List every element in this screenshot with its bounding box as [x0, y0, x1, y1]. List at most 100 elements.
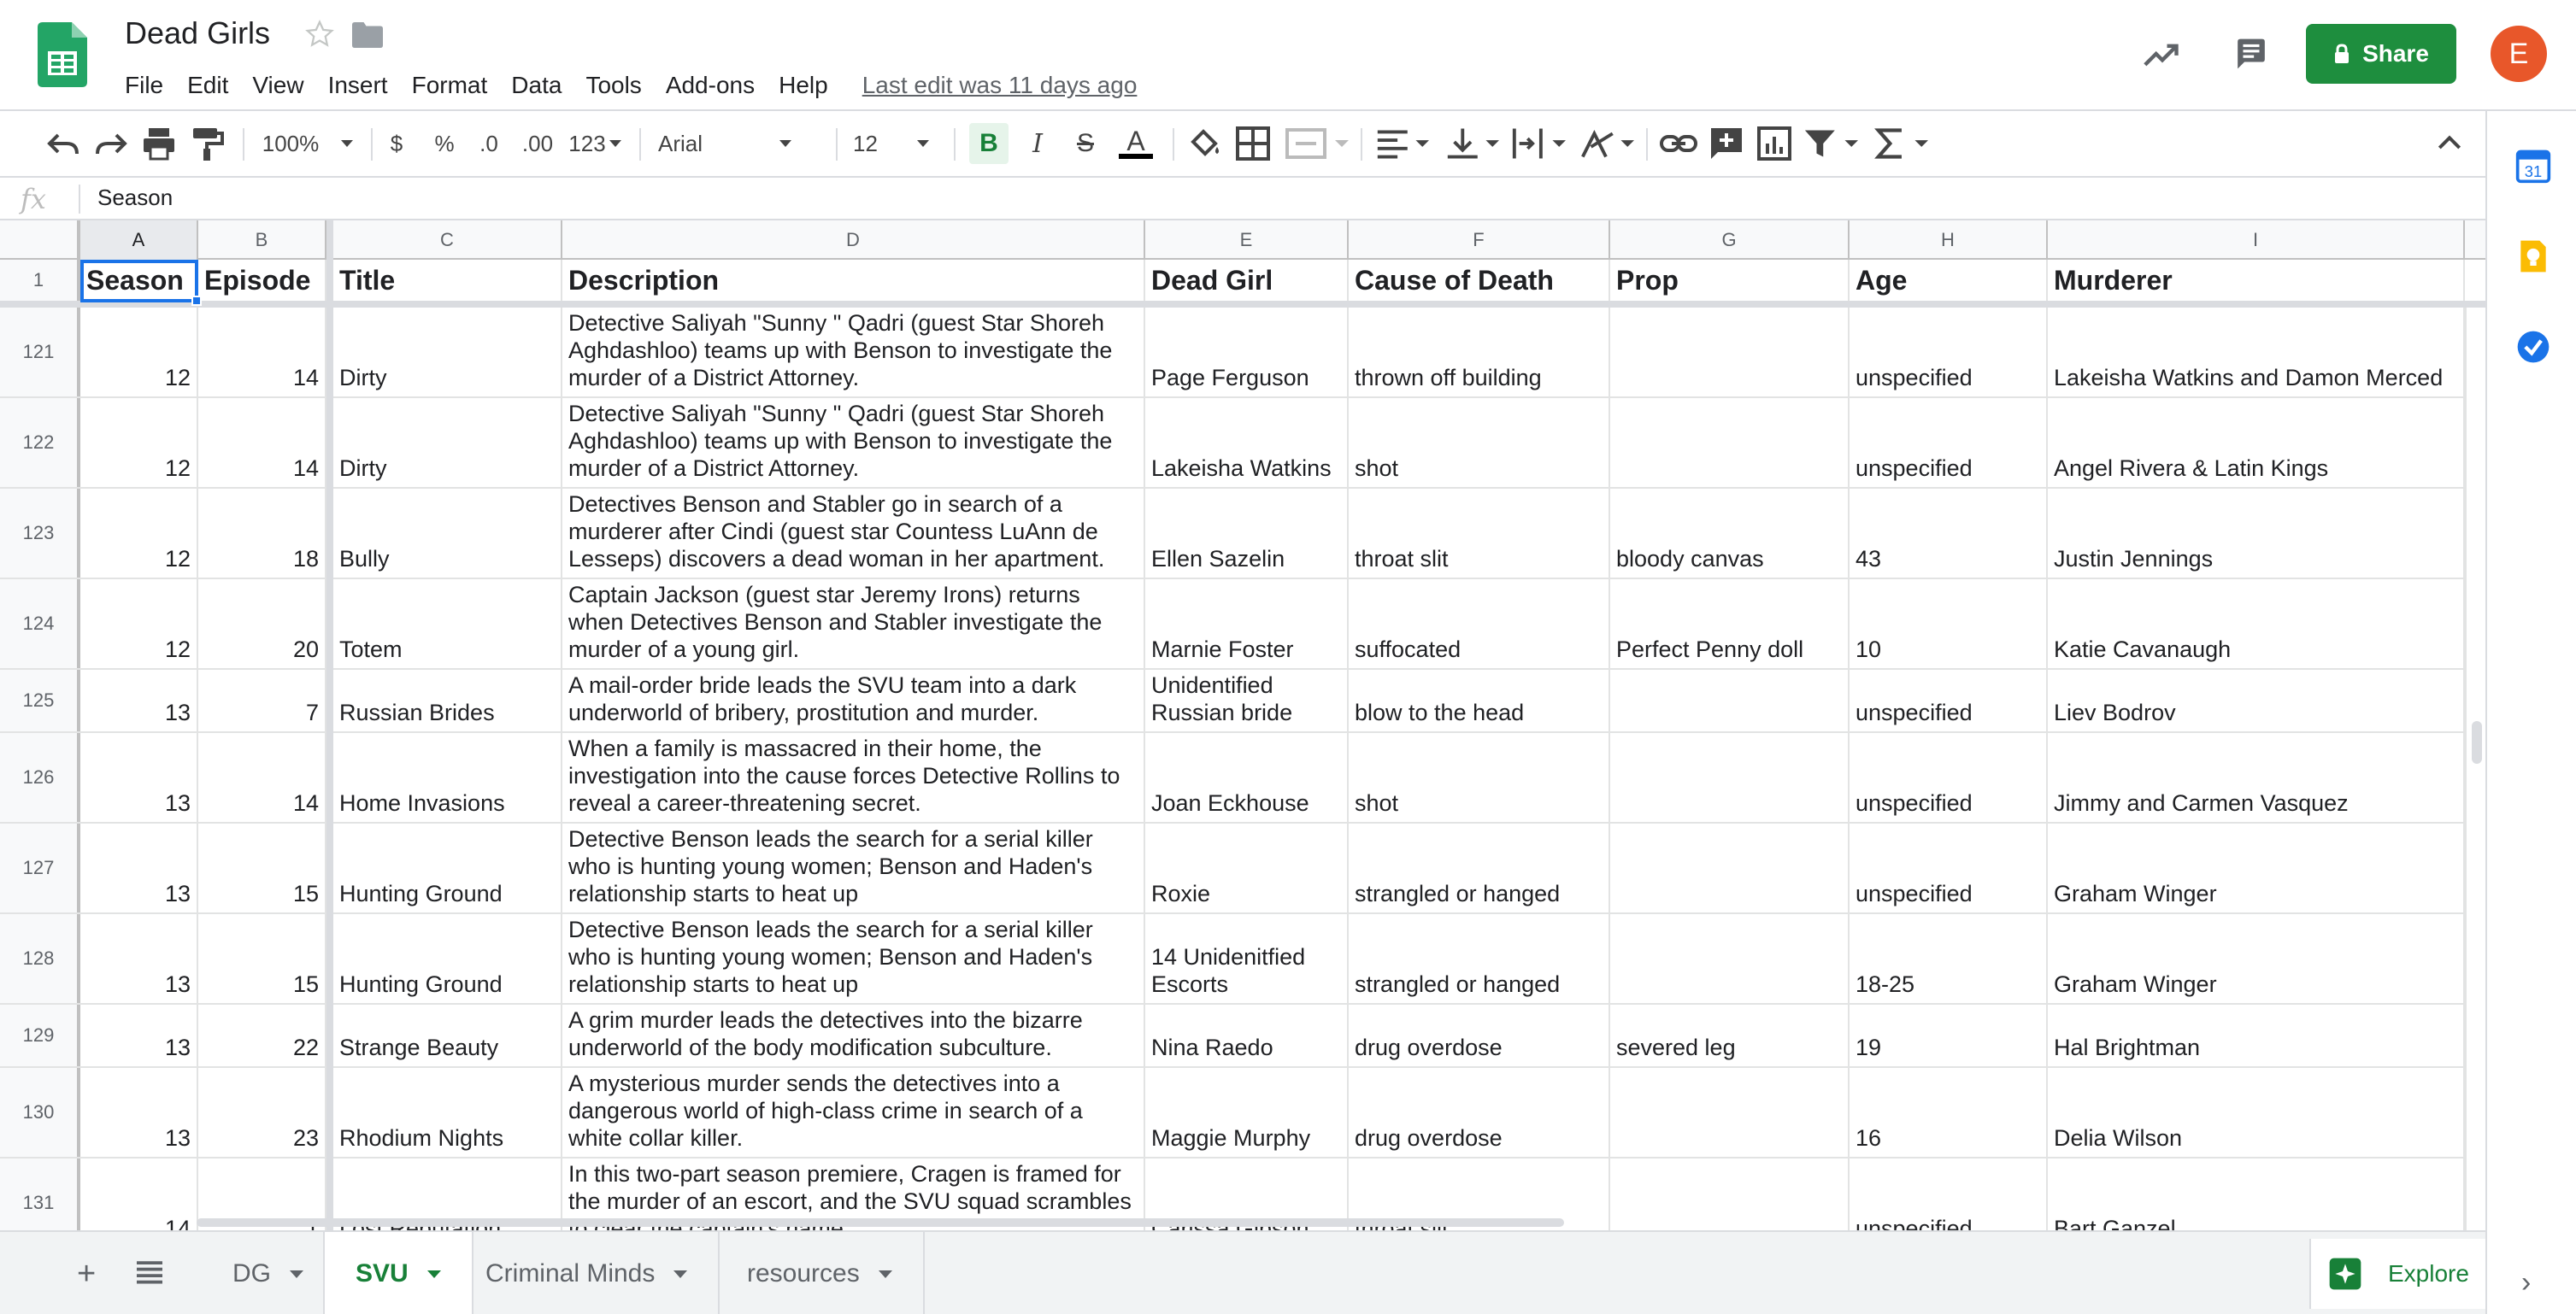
cell-murderer[interactable]: Graham Winger	[2048, 824, 2465, 912]
column-header-c[interactable]: C	[333, 220, 562, 260]
cell-description[interactable]: When a family is massacred in their home…	[562, 733, 1145, 822]
horizontal-scroll-thumb[interactable]	[197, 1218, 1564, 1227]
vertical-align-icon[interactable]	[1443, 123, 1499, 164]
cell-season[interactable]: 12	[80, 398, 198, 487]
cell-season[interactable]: 12	[80, 489, 198, 578]
sheets-logo-icon[interactable]	[38, 22, 87, 87]
cell-prop[interactable]	[1610, 398, 1850, 487]
cell-prop[interactable]	[1610, 1068, 1850, 1157]
cell-episode[interactable]: 15	[198, 824, 326, 912]
cell-age[interactable]: unspecified	[1850, 1159, 2048, 1230]
cell-dead-girl[interactable]: Maggie Murphy	[1145, 1068, 1349, 1157]
cell-description[interactable]: A mysterious murder sends the detectives…	[562, 1068, 1145, 1157]
cell-murderer[interactable]: Graham Winger	[2048, 914, 2465, 1003]
more-formats-select[interactable]: 123	[566, 123, 624, 164]
header-cell-episode[interactable]: Episode	[198, 260, 326, 301]
row-number[interactable]: 127	[0, 824, 80, 912]
cell-dead-girl[interactable]: Unidentified Russian bride	[1145, 670, 1349, 731]
cell-episode[interactable]: 23	[198, 1068, 326, 1157]
header-cell-season[interactable]: Season	[80, 260, 198, 301]
print-icon[interactable]	[138, 123, 179, 164]
column-header-g[interactable]: G	[1610, 220, 1850, 260]
header-cell-prop[interactable]: Prop	[1610, 260, 1850, 301]
italic-button[interactable]: I	[1019, 123, 1056, 164]
keep-icon[interactable]	[2514, 238, 2552, 275]
tasks-icon[interactable]	[2514, 328, 2552, 366]
cell-cause-of-death[interactable]: strangled or hanged	[1349, 914, 1610, 1003]
header-cell-title[interactable]: Title	[333, 260, 562, 301]
row-number[interactable]: 130	[0, 1068, 80, 1157]
cell-cause-of-death[interactable]: thrown off building	[1349, 308, 1610, 396]
merge-cells-icon[interactable]	[1282, 123, 1350, 164]
cell-season[interactable]: 13	[80, 733, 198, 822]
document-title[interactable]: Dead Girls	[125, 15, 270, 51]
insert-chart-icon[interactable]	[1754, 123, 1795, 164]
row-number[interactable]: 126	[0, 733, 80, 822]
menu-addons[interactable]: Add-ons	[654, 70, 767, 101]
account-avatar[interactable]: E	[2491, 26, 2547, 82]
cell-dead-girl[interactable]: 14 Unidenitfied Escorts	[1145, 914, 1349, 1003]
cell-description[interactable]: Detective Benson leads the search for a …	[562, 824, 1145, 912]
cell-cause-of-death[interactable]: shot	[1349, 733, 1610, 822]
cell-murderer[interactable]: Angel Rivera & Latin Kings	[2048, 398, 2465, 487]
menu-tools[interactable]: Tools	[573, 70, 653, 101]
cell-age[interactable]: unspecified	[1850, 733, 2048, 822]
cell-title[interactable]: Strange Beauty	[333, 1005, 562, 1066]
cell-cause-of-death[interactable]: drug overdose	[1349, 1068, 1610, 1157]
cell-age[interactable]: unspecified	[1850, 824, 2048, 912]
row-number[interactable]: 1	[0, 260, 80, 301]
row-number[interactable]: 125	[0, 670, 80, 731]
sheet-tab-svu[interactable]: SVU	[323, 1232, 473, 1314]
cell-prop[interactable]: Perfect Penny doll	[1610, 579, 1850, 668]
percent-format-button[interactable]: %	[427, 123, 462, 164]
cell-age[interactable]: 43	[1850, 489, 2048, 578]
share-button[interactable]: Share	[2306, 24, 2456, 84]
cell-dead-girl[interactable]: Ellen Sazelin	[1145, 489, 1349, 578]
cell-prop[interactable]: severed leg	[1610, 1005, 1850, 1066]
sheet-tab-resources[interactable]: resources	[716, 1232, 925, 1314]
row-number[interactable]: 129	[0, 1005, 80, 1066]
add-sheet-button[interactable]: +	[77, 1258, 96, 1290]
frozen-column-divider[interactable]	[326, 220, 333, 1230]
cell-murderer[interactable]: Justin Jennings	[2048, 489, 2465, 578]
cell-age[interactable]: 10	[1850, 579, 2048, 668]
frozen-row-divider[interactable]	[0, 301, 2485, 308]
menu-data[interactable]: Data	[499, 70, 573, 101]
cell-description[interactable]: A grim murder leads the detectives into …	[562, 1005, 1145, 1066]
vertical-scrollbar[interactable]	[2465, 308, 2485, 1230]
row-number[interactable]: 131	[0, 1159, 80, 1230]
column-header-h[interactable]: H	[1850, 220, 2048, 260]
row-number[interactable]: 122	[0, 398, 80, 487]
cell-murderer[interactable]: Liev Bodrov	[2048, 670, 2465, 731]
menu-insert[interactable]: Insert	[316, 70, 400, 101]
calendar-icon[interactable]: 31	[2514, 147, 2552, 185]
vertical-scroll-thumb[interactable]	[2472, 721, 2482, 764]
cell-episode[interactable]: 14	[198, 733, 326, 822]
text-rotation-icon[interactable]	[1578, 123, 1634, 164]
spreadsheet-grid[interactable]: A B C D E F G H I 1 Season Episode Title…	[0, 220, 2485, 1230]
cell-prop[interactable]	[1610, 1159, 1850, 1230]
cell-season[interactable]: 12	[80, 308, 198, 396]
cell-age[interactable]: unspecified	[1850, 308, 2048, 396]
cell-prop[interactable]	[1610, 308, 1850, 396]
cell-title[interactable]: Rhodium Nights	[333, 1068, 562, 1157]
cell-cause-of-death[interactable]: throat slit	[1349, 489, 1610, 578]
cell-season[interactable]: 12	[80, 579, 198, 668]
cell-dead-girl[interactable]: Page Ferguson	[1145, 308, 1349, 396]
increase-decimal-button[interactable]: .00	[516, 123, 559, 164]
cell-murderer[interactable]: Jimmy and Carmen Vasquez	[2048, 733, 2465, 822]
decrease-decimal-button[interactable]: .0	[472, 123, 506, 164]
header-cell-dead-girl[interactable]: Dead Girl	[1145, 260, 1349, 301]
borders-icon[interactable]	[1232, 123, 1273, 164]
cell-title[interactable]: Totem	[333, 579, 562, 668]
redo-icon[interactable]	[91, 123, 132, 164]
cell-age[interactable]: 19	[1850, 1005, 2048, 1066]
cell-episode[interactable]: 14	[198, 308, 326, 396]
cell-title[interactable]: Bully	[333, 489, 562, 578]
bold-button[interactable]: B	[969, 123, 1009, 164]
currency-format-button[interactable]: $	[381, 123, 412, 164]
formula-input[interactable]: Season	[97, 185, 173, 211]
cell-age[interactable]: 16	[1850, 1068, 2048, 1157]
cell-season[interactable]: 13	[80, 1005, 198, 1066]
cell-murderer[interactable]: Delia Wilson	[2048, 1068, 2465, 1157]
